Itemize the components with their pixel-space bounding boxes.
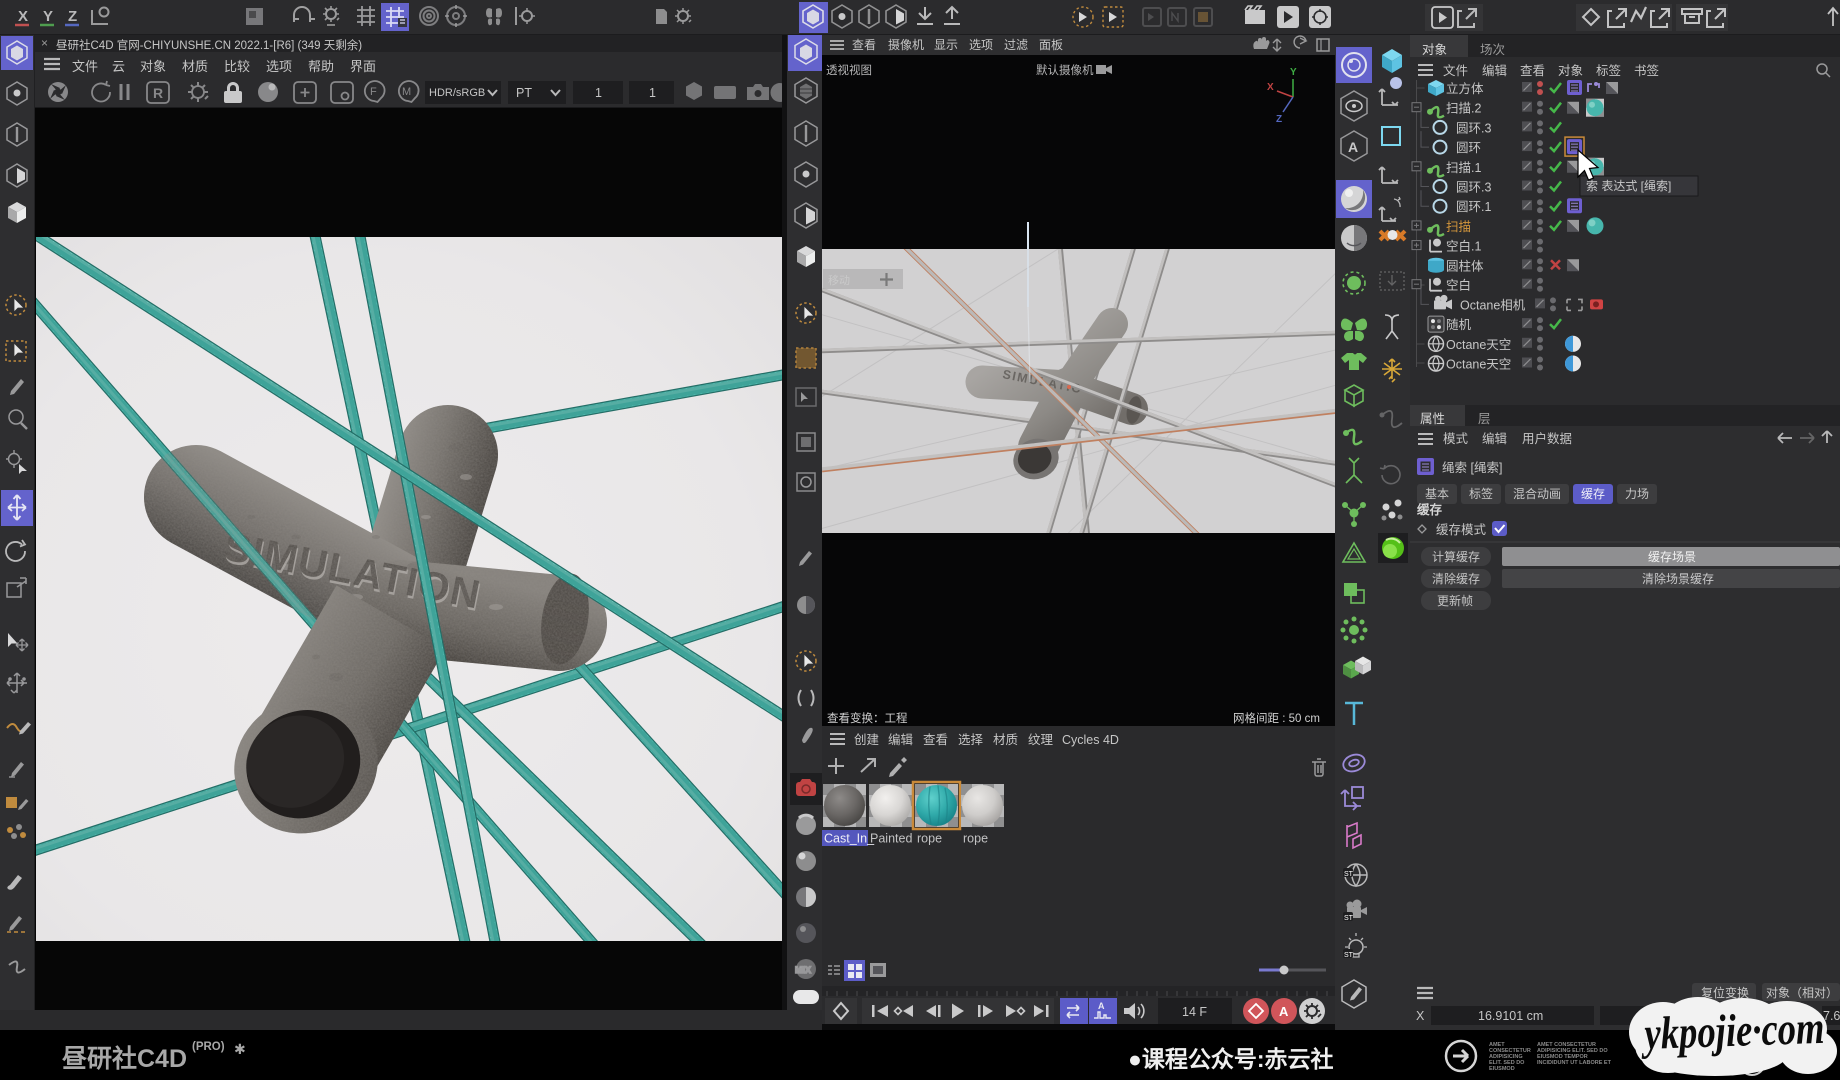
svg-text:X: X — [1267, 82, 1274, 93]
svg-text:立方体: 立方体 — [1446, 81, 1484, 96]
svg-text:A: A — [1098, 1001, 1105, 1011]
svg-text:X: X — [1416, 1009, 1425, 1023]
svg-text:扫描.2: 扫描.2 — [1446, 102, 1481, 116]
svg-text:Painted: Painted — [870, 832, 912, 846]
svg-text:更新帧: 更新帧 — [1437, 593, 1473, 608]
svg-text:Y: Y — [1290, 67, 1297, 78]
svg-text:Z: Z — [68, 8, 77, 25]
svg-text:标签: 标签 — [1469, 486, 1493, 501]
svg-text:Z: Z — [1276, 114, 1282, 125]
svg-text:A: A — [1348, 139, 1358, 155]
svg-text:文件: 文件 — [1443, 63, 1468, 78]
svg-text:基本: 基本 — [1425, 487, 1449, 501]
svg-text:rope: rope — [963, 832, 988, 846]
svg-text:摄像机: 摄像机 — [888, 37, 924, 52]
svg-text:材质: 材质 — [993, 733, 1018, 747]
svg-text:Cast_In_: Cast_In_ — [824, 832, 875, 846]
svg-text:14 F: 14 F — [1182, 1005, 1207, 1019]
svg-text:HDR/sRGB: HDR/sRGB — [429, 87, 485, 99]
svg-text:F: F — [370, 86, 377, 98]
svg-text:圆环: 圆环 — [1456, 141, 1481, 155]
svg-text:编辑: 编辑 — [1482, 431, 1507, 446]
svg-text:索 表达式 [绳索]: 索 表达式 [绳索] — [1586, 179, 1671, 193]
svg-text:扫描: 扫描 — [1446, 220, 1471, 234]
svg-text:随机: 随机 — [1446, 317, 1472, 332]
svg-text:Octane天空: Octane天空 — [1446, 338, 1511, 352]
svg-text:16.9101 cm: 16.9101 cm — [1478, 1009, 1543, 1023]
svg-text:面板: 面板 — [1039, 38, 1063, 52]
svg-text:模式: 模式 — [1443, 432, 1469, 446]
svg-text:Y: Y — [43, 8, 53, 25]
svg-text:M: M — [402, 86, 411, 98]
svg-text:缓存: 缓存 — [1417, 502, 1443, 517]
svg-text:A: A — [1279, 1004, 1289, 1019]
svg-text:扫描.1: 扫描.1 — [1446, 161, 1481, 175]
svg-text:缓存: 缓存 — [1581, 487, 1605, 501]
svg-text:ST: ST — [1344, 915, 1354, 922]
svg-text:ykpojie·com: ykpojie·com — [1640, 1002, 1826, 1059]
svg-text:X: X — [18, 8, 28, 25]
svg-text:查看: 查看 — [923, 733, 948, 747]
svg-text:编辑: 编辑 — [1482, 63, 1507, 78]
svg-text:标签: 标签 — [1596, 63, 1622, 78]
svg-text:显示: 显示 — [934, 38, 958, 52]
svg-text:创建: 创建 — [854, 733, 880, 747]
svg-text:ST: ST — [1344, 871, 1354, 878]
svg-text:Octane天空: Octane天空 — [1446, 358, 1511, 372]
svg-text:Cycles 4D: Cycles 4D — [1062, 733, 1119, 747]
svg-text:MIX: MIX — [795, 965, 811, 975]
svg-text:力场: 力场 — [1625, 487, 1649, 501]
svg-text:查看: 查看 — [1520, 64, 1545, 78]
svg-text:清除场景缓存: 清除场景缓存 — [1642, 571, 1714, 586]
svg-text:圆环.3: 圆环.3 — [1456, 121, 1491, 135]
svg-text:rope: rope — [917, 832, 942, 846]
svg-text:混合动画: 混合动画 — [1513, 486, 1561, 501]
svg-text:Octane相机: Octane相机 — [1460, 298, 1526, 312]
svg-text:缓存模式: 缓存模式 — [1436, 523, 1487, 537]
svg-text:书签: 书签 — [1634, 63, 1660, 78]
svg-text:绳索 [绳索]: 绳索 [绳索] — [1442, 461, 1502, 475]
svg-text:选择: 选择 — [958, 733, 984, 747]
svg-text:纹理: 纹理 — [1028, 733, 1054, 747]
svg-text:圆柱体: 圆柱体 — [1446, 258, 1484, 273]
svg-text:PT: PT — [516, 86, 532, 100]
svg-text:1: 1 — [595, 86, 602, 100]
svg-text:缓存场景: 缓存场景 — [1648, 550, 1696, 564]
svg-text:圆环.3: 圆环.3 — [1456, 181, 1491, 195]
svg-text:空白: 空白 — [1446, 278, 1471, 293]
svg-text:计算缓存: 计算缓存 — [1432, 549, 1480, 564]
svg-text:ST: ST — [1344, 952, 1354, 959]
svg-text:编辑: 编辑 — [888, 732, 913, 747]
svg-text:1: 1 — [649, 86, 656, 100]
svg-text:R: R — [153, 85, 163, 101]
svg-text:选项: 选项 — [969, 38, 993, 52]
svg-text:圆环.1: 圆环.1 — [1456, 200, 1491, 214]
svg-text:用户数据: 用户数据 — [1522, 431, 1572, 446]
svg-text:对象: 对象 — [1558, 64, 1583, 78]
svg-text:过滤: 过滤 — [1004, 38, 1028, 52]
svg-text:查看: 查看 — [852, 38, 876, 52]
svg-text:空白.1: 空白.1 — [1446, 239, 1481, 254]
svg-text:清除缓存: 清除缓存 — [1432, 571, 1480, 586]
